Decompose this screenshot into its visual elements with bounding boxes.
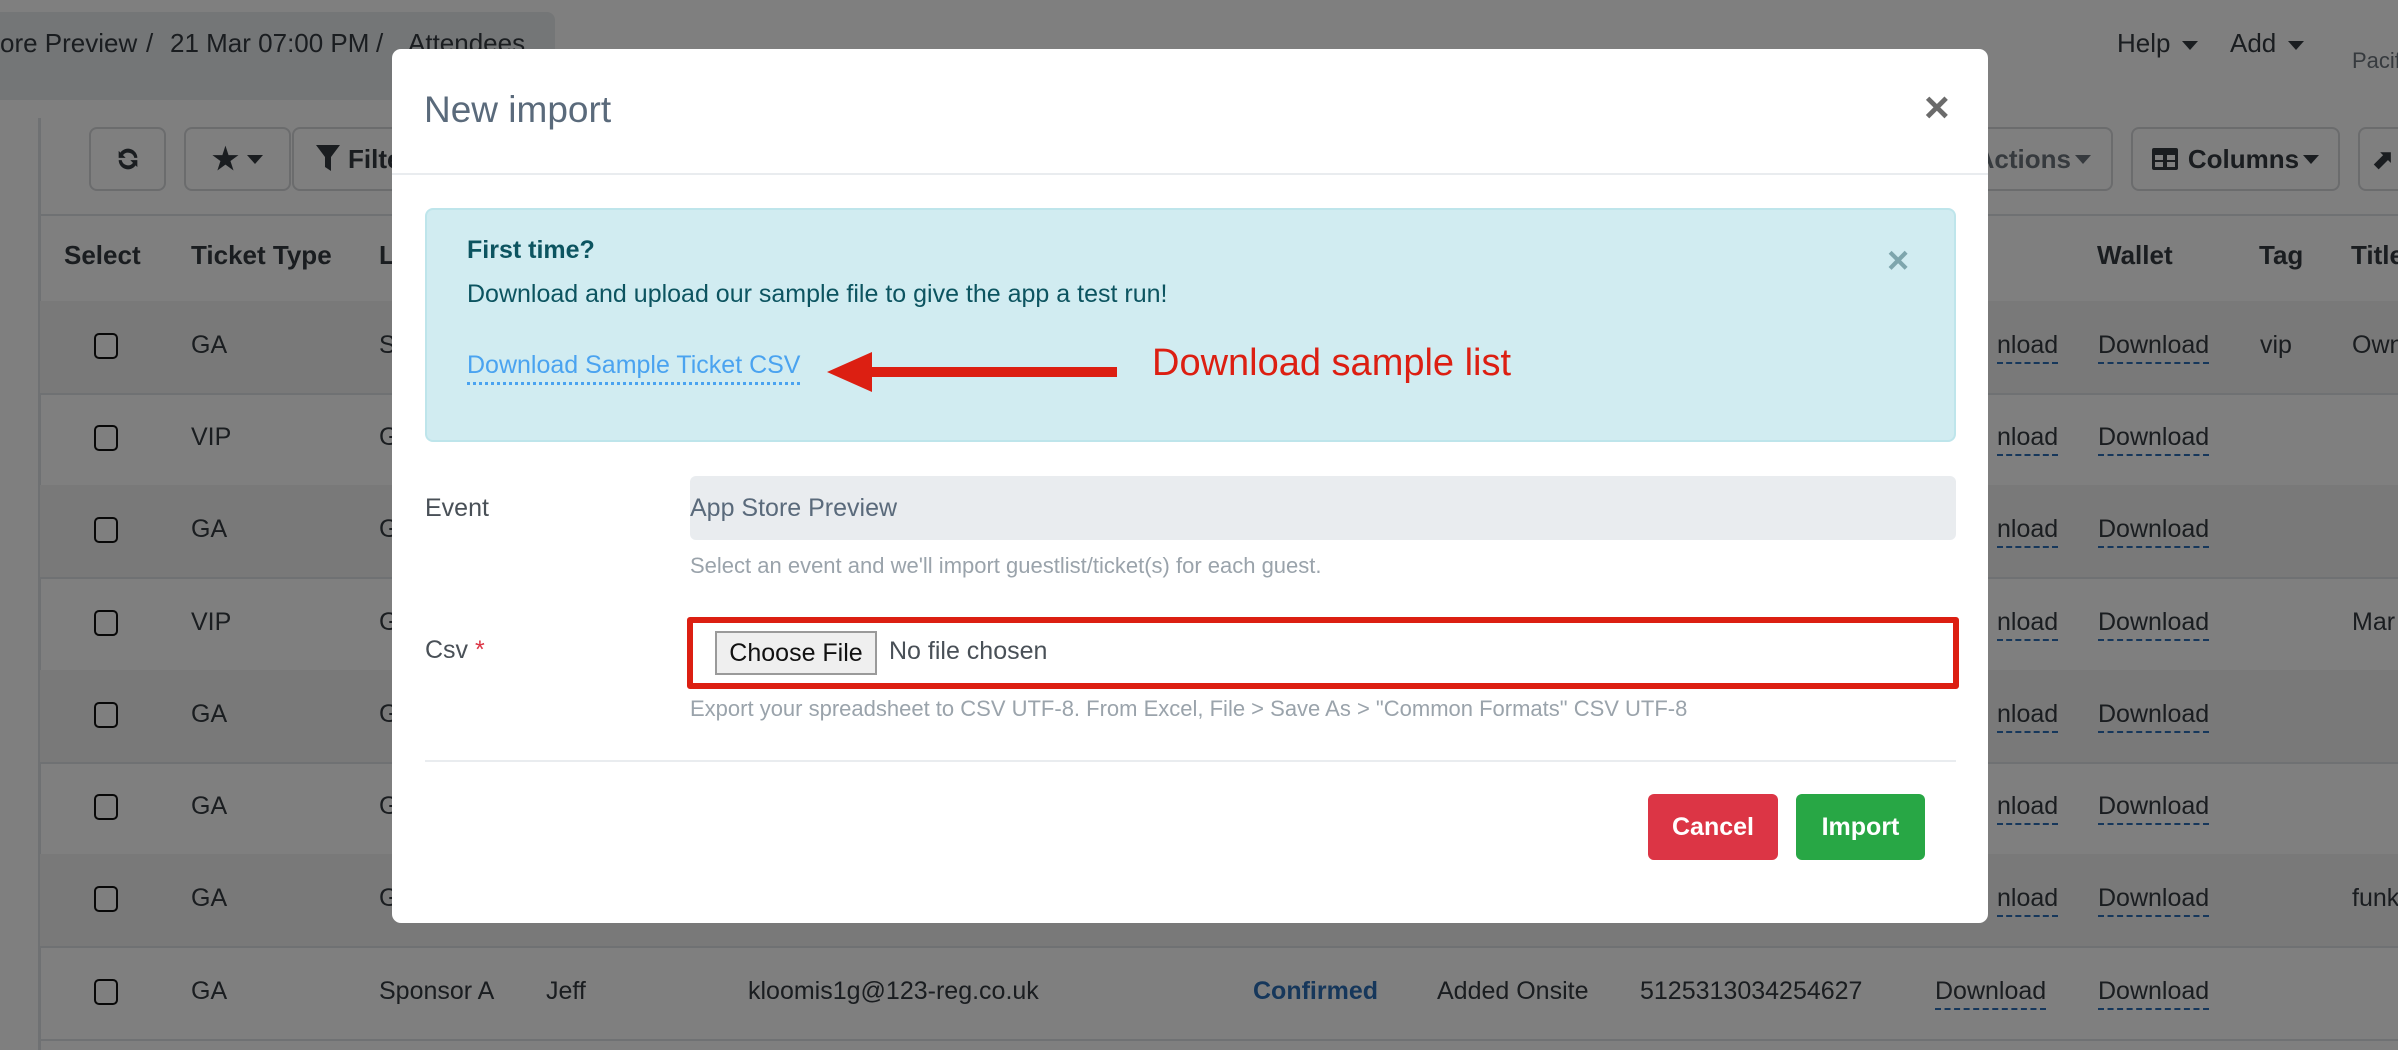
csv-file-input[interactable]: Choose File No file chosen — [687, 617, 1959, 689]
first-time-alert: First time? Download and upload our samp… — [425, 208, 1956, 442]
cancel-button[interactable]: Cancel — [1648, 794, 1778, 860]
event-label: Event — [425, 494, 489, 522]
alert-text: Download and upload our sample file to g… — [467, 280, 1168, 308]
csv-label-text: Csv — [425, 636, 469, 664]
alert-close-icon[interactable]: × — [1887, 240, 1909, 283]
import-button[interactable]: Import — [1796, 794, 1925, 860]
event-help-text: Select an event and we'll import guestli… — [690, 553, 1322, 578]
csv-help-text: Export your spreadsheet to CSV UTF-8. Fr… — [690, 696, 1688, 721]
modal-title: New import — [424, 89, 612, 130]
alert-title: First time? — [467, 236, 595, 264]
modal-footer-divider — [425, 760, 1956, 762]
event-value: App Store Preview — [690, 493, 898, 522]
new-import-modal: New import × First time? Download and up… — [392, 49, 1988, 923]
annotation-arrow-icon — [827, 352, 1117, 392]
csv-label: Csv * — [425, 636, 485, 665]
file-status: No file chosen — [889, 637, 1048, 665]
choose-file-button[interactable]: Choose File — [715, 631, 877, 675]
close-icon[interactable]: × — [1924, 83, 1950, 133]
modal-header-divider — [392, 173, 1988, 175]
event-field: App Store Preview — [690, 476, 1956, 540]
download-sample-link[interactable]: Download Sample Ticket CSV — [467, 351, 801, 385]
annotation-text: Download sample list — [1152, 342, 1512, 384]
required-marker: * — [475, 636, 485, 664]
